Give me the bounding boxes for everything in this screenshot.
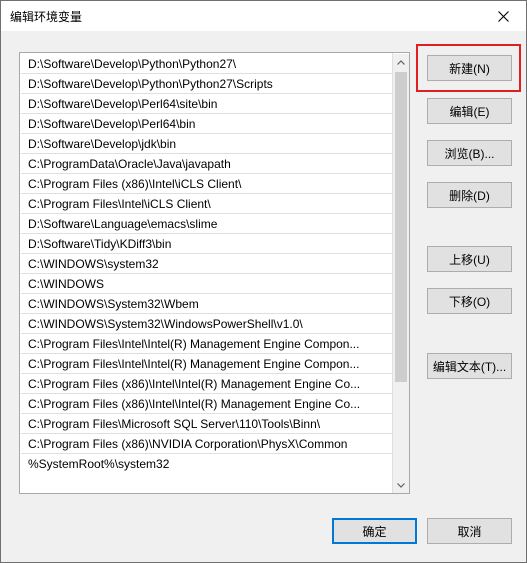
browse-button[interactable]: 浏览(B)... [427,140,512,166]
list-item[interactable]: C:\WINDOWS\System32\Wbem [21,294,392,314]
list-item[interactable]: C:\Program Files (x86)\Intel\Intel(R) Ma… [21,374,392,394]
scroll-up-button[interactable] [393,54,409,70]
list-item[interactable]: %SystemRoot%\system32 [21,454,392,474]
vertical-scrollbar[interactable] [393,54,409,493]
move-down-button[interactable]: 下移(O) [427,288,512,314]
window-title: 编辑环境变量 [10,10,83,24]
path-list[interactable]: D:\Software\Develop\Python\Python27\ D:\S… [19,52,410,494]
close-icon [498,10,509,22]
new-button[interactable]: 新建(N) [427,55,512,81]
list-item[interactable]: D:\Software\Language\emacs\slime [21,214,392,234]
list-item[interactable]: C:\Program Files (x86)\Intel\iCLS Client… [21,174,392,194]
list-item[interactable]: C:\WINDOWS [21,274,392,294]
list-item[interactable]: D:\Software\Develop\Python\Python27\ [21,54,392,74]
ok-button[interactable]: 确定 [332,518,417,544]
edit-env-var-dialog: 编辑环境变量 D:\Software\Develop\Python\Python… [0,0,527,563]
list-item[interactable]: C:\Program Files\Microsoft SQL Server\11… [21,414,392,434]
list-item[interactable]: D:\Software\Develop\Python\Python27\Scri… [21,74,392,94]
close-button[interactable] [481,1,526,31]
delete-button[interactable]: 删除(D) [427,182,512,208]
chevron-down-icon [397,482,405,488]
edit-text-button[interactable]: 编辑文本(T)... [427,353,512,379]
move-up-button[interactable]: 上移(U) [427,246,512,272]
list-item[interactable]: D:\Software\Develop\Perl64\site\bin [21,94,392,114]
list-item[interactable]: C:\WINDOWS\system32 [21,254,392,274]
list-item[interactable]: C:\Program Files (x86)\NVIDIA Corporatio… [21,434,392,454]
scrollbar-thumb[interactable] [395,72,407,382]
list-item[interactable]: C:\Program Files\Intel\Intel(R) Manageme… [21,354,392,374]
title-bar[interactable]: 编辑环境变量 [1,1,526,31]
chevron-up-icon [397,59,405,65]
list-item[interactable]: D:\Software\Develop\Perl64\bin [21,114,392,134]
list-item[interactable]: C:\ProgramData\Oracle\Java\javapath [21,154,392,174]
edit-button[interactable]: 编辑(E) [427,98,512,124]
scroll-down-button[interactable] [393,477,409,493]
list-item[interactable]: D:\Software\Tidy\KDiff3\bin [21,234,392,254]
list-item[interactable]: C:\Program Files (x86)\Intel\Intel(R) Ma… [21,394,392,414]
path-list-items: D:\Software\Develop\Python\Python27\ D:\S… [21,54,392,474]
list-item[interactable]: C:\WINDOWS\System32\WindowsPowerShell\v1… [21,314,392,334]
list-item[interactable]: D:\Software\Develop\jdk\bin [21,134,392,154]
list-item[interactable]: C:\Program Files\Intel\Intel(R) Manageme… [21,334,392,354]
cancel-button[interactable]: 取消 [427,518,512,544]
list-item[interactable]: C:\Program Files\Intel\iCLS Client\ [21,194,392,214]
